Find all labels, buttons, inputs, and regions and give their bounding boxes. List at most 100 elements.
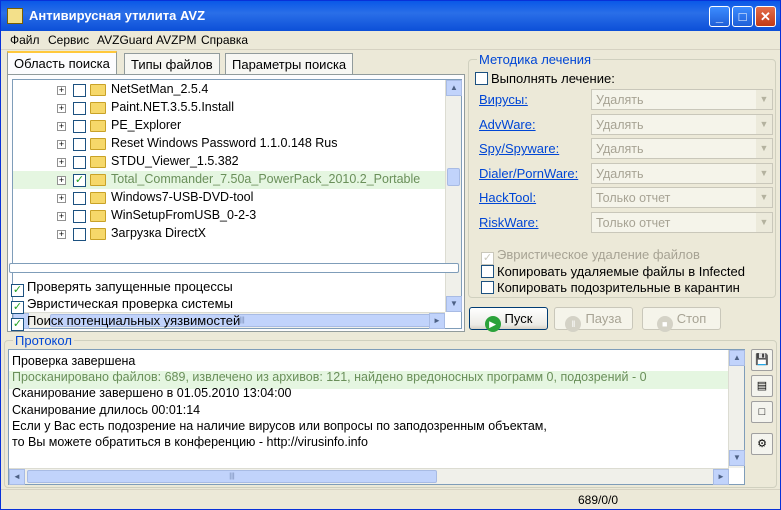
tree-checkbox[interactable]: ✓ [73, 174, 86, 187]
expand-icon[interactable]: + [57, 86, 66, 95]
pause-button[interactable]: ǁ Пауза [554, 307, 633, 332]
tree-item-label: Paint.NET.3.5.5.Install [111, 100, 234, 114]
log-scroll-up[interactable]: ▲ [729, 350, 745, 366]
tree-item[interactable]: + Windows7-USB-DVD-tool [13, 189, 461, 207]
log-line: Проверка завершена [12, 354, 136, 368]
expand-icon[interactable]: + [57, 122, 66, 131]
folder-icon [90, 102, 106, 114]
treatment-select[interactable]: Только отчет ▼ [591, 212, 773, 233]
tree-checkbox[interactable] [73, 102, 86, 115]
expand-icon[interactable]: + [57, 140, 66, 149]
tab-search-params[interactable]: Параметры поиска [225, 53, 354, 74]
treatment-select[interactable]: Только отчет ▼ [591, 187, 773, 209]
treatment-select[interactable]: Удалять ▼ [591, 162, 773, 184]
tree-item[interactable]: + NetSetMan_2.5.4 [13, 81, 461, 99]
threat-type-link[interactable]: Вирусы: [479, 92, 528, 107]
scroll-thumb[interactable] [447, 168, 460, 186]
chevron-down-icon[interactable]: ▼ [756, 90, 772, 109]
perform-treatment-label: Выполнять лечение: [491, 71, 615, 86]
expand-icon[interactable]: + [57, 230, 66, 239]
scan-option-checkbox[interactable]: ✓ Проверять запущенные процессы [11, 279, 233, 297]
chevron-down-icon[interactable]: ▼ [756, 163, 772, 183]
checkbox-box[interactable] [481, 264, 494, 278]
title-bar[interactable]: Антивирусная утилита AVZ _ □ ✕ [1, 1, 780, 31]
log-scroll-left[interactable]: ◄ [9, 469, 25, 485]
checkbox-box[interactable] [481, 281, 494, 294]
log-line: то Вы можете обратиться в конференцию - … [12, 435, 368, 449]
tree-item[interactable]: + Загрузка DirectX [13, 225, 461, 243]
log-vertical-scrollbar[interactable]: ▲ ▼ [728, 350, 745, 468]
threat-type-link[interactable]: RiskWare: [479, 215, 538, 230]
save-log-icon[interactable]: 💾 [751, 349, 773, 371]
close-button[interactable]: ✕ [755, 6, 776, 27]
tree-checkbox[interactable] [73, 156, 86, 169]
menu-avzpm[interactable]: AVZPM [156, 33, 196, 47]
chevron-down-icon[interactable]: ▼ [756, 188, 772, 208]
minimize-button[interactable]: _ [709, 6, 730, 27]
menu-help[interactable]: Справка [201, 33, 248, 47]
expand-icon[interactable]: + [57, 104, 66, 113]
treatment-option-checkbox[interactable]: Копировать подозрительные в карантин [481, 280, 740, 296]
log-horizontal-scrollbar[interactable]: ◄ ||| ► [9, 468, 729, 485]
expand-icon[interactable]: + [57, 158, 66, 167]
chevron-down-icon[interactable]: ▼ [756, 114, 772, 134]
scan-option-checkbox[interactable]: ✓ Эвристическая проверка системы [11, 296, 233, 314]
threat-type-link[interactable]: AdvWare: [479, 117, 536, 132]
start-label: Пуск [504, 311, 533, 326]
checkbox-box[interactable]: ✓ [11, 318, 24, 331]
tree-item-label: PE_Explorer [111, 118, 182, 132]
threat-type-link[interactable]: Spy/Spyware: [479, 141, 559, 156]
view-log-icon[interactable]: ▤ [751, 375, 773, 397]
tree-item[interactable]: + Paint.NET.3.5.5.Install [13, 99, 461, 117]
treatment-option-checkbox[interactable]: Копировать удаляемые файлы в Infected [481, 264, 745, 280]
tree-item[interactable]: + WinSetupFromUSB_0-2-3 [13, 207, 461, 225]
tree-item[interactable]: + Reset Windows Password 1.1.0.148 Rus [13, 135, 461, 153]
log-scroll-thumb[interactable]: ||| [27, 470, 437, 483]
tree-checkbox[interactable] [73, 192, 86, 205]
log-scroll-down[interactable]: ▼ [729, 450, 745, 466]
threat-type-link[interactable]: Dialer/PornWare: [479, 166, 578, 181]
menu-file[interactable]: Файл [10, 33, 40, 47]
chevron-down-icon[interactable]: ▼ [756, 213, 772, 232]
scroll-right-button[interactable]: ► [429, 313, 445, 329]
chevron-down-icon[interactable]: ▼ [756, 139, 772, 159]
tree-checkbox[interactable] [73, 210, 86, 223]
copy-log-icon[interactable]: □ [751, 401, 773, 423]
folder-icon [90, 138, 106, 150]
tree-checkbox[interactable] [73, 120, 86, 133]
threat-type-link[interactable]: HackTool: [479, 190, 536, 205]
tree-checkbox[interactable] [73, 84, 86, 97]
treatment-option-checkbox[interactable]: ✓ Эвристическое удаление файлов [481, 247, 700, 265]
tree-vertical-scrollbar[interactable]: ▲ ▼ [445, 80, 462, 312]
perform-treatment-checkbox[interactable]: Выполнять лечение: [475, 71, 615, 87]
maximize-button[interactable]: □ [732, 6, 753, 27]
menu-avzguard[interactable]: AVZGuard [97, 33, 153, 47]
treatment-select[interactable]: Удалять ▼ [591, 138, 773, 160]
tab-search-area[interactable]: Область поиска [7, 51, 117, 75]
expand-icon[interactable]: + [57, 176, 66, 185]
settings-icon[interactable]: ⚙ [751, 433, 773, 455]
tree-checkbox[interactable] [73, 228, 86, 241]
treatment-option-label: Копировать подозрительные в карантин [497, 280, 740, 295]
tab-file-types[interactable]: Типы файлов [124, 53, 220, 74]
tree-item[interactable]: + ✓ Total_Commander_7.50a_PowerPack_2010.2… [13, 171, 461, 189]
tree-item[interactable]: + PE_Explorer [13, 117, 461, 135]
menu-service[interactable]: Сервис [48, 33, 89, 47]
stop-button[interactable]: ■ Стоп [642, 307, 721, 332]
tree-checkbox[interactable] [73, 138, 86, 151]
scan-option-checkbox[interactable]: ✓ Поиск потенциальных уязвимостей [11, 313, 240, 331]
perform-treatment-box[interactable] [475, 72, 488, 85]
tree-item[interactable]: + STDU_Viewer_1.5.382 [13, 153, 461, 171]
start-button[interactable]: ▶ Пуск [469, 307, 548, 332]
window-title: Антивирусная утилита AVZ [29, 8, 206, 23]
treatment-select[interactable]: Удалять ▼ [591, 89, 773, 110]
protocol-log[interactable]: Проверка завершена Просканировано файлов:… [8, 349, 745, 485]
log-scroll-right[interactable]: ► [713, 469, 729, 485]
scroll-up-button[interactable]: ▲ [446, 80, 462, 96]
treatment-select[interactable]: Удалять ▼ [591, 113, 773, 135]
expand-icon[interactable]: + [57, 212, 66, 221]
expand-icon[interactable]: + [57, 194, 66, 203]
scroll-down-button[interactable]: ▼ [446, 296, 462, 312]
treatment-row: Spy/Spyware: Удалять ▼ [479, 138, 773, 160]
folder-icon [90, 156, 106, 168]
